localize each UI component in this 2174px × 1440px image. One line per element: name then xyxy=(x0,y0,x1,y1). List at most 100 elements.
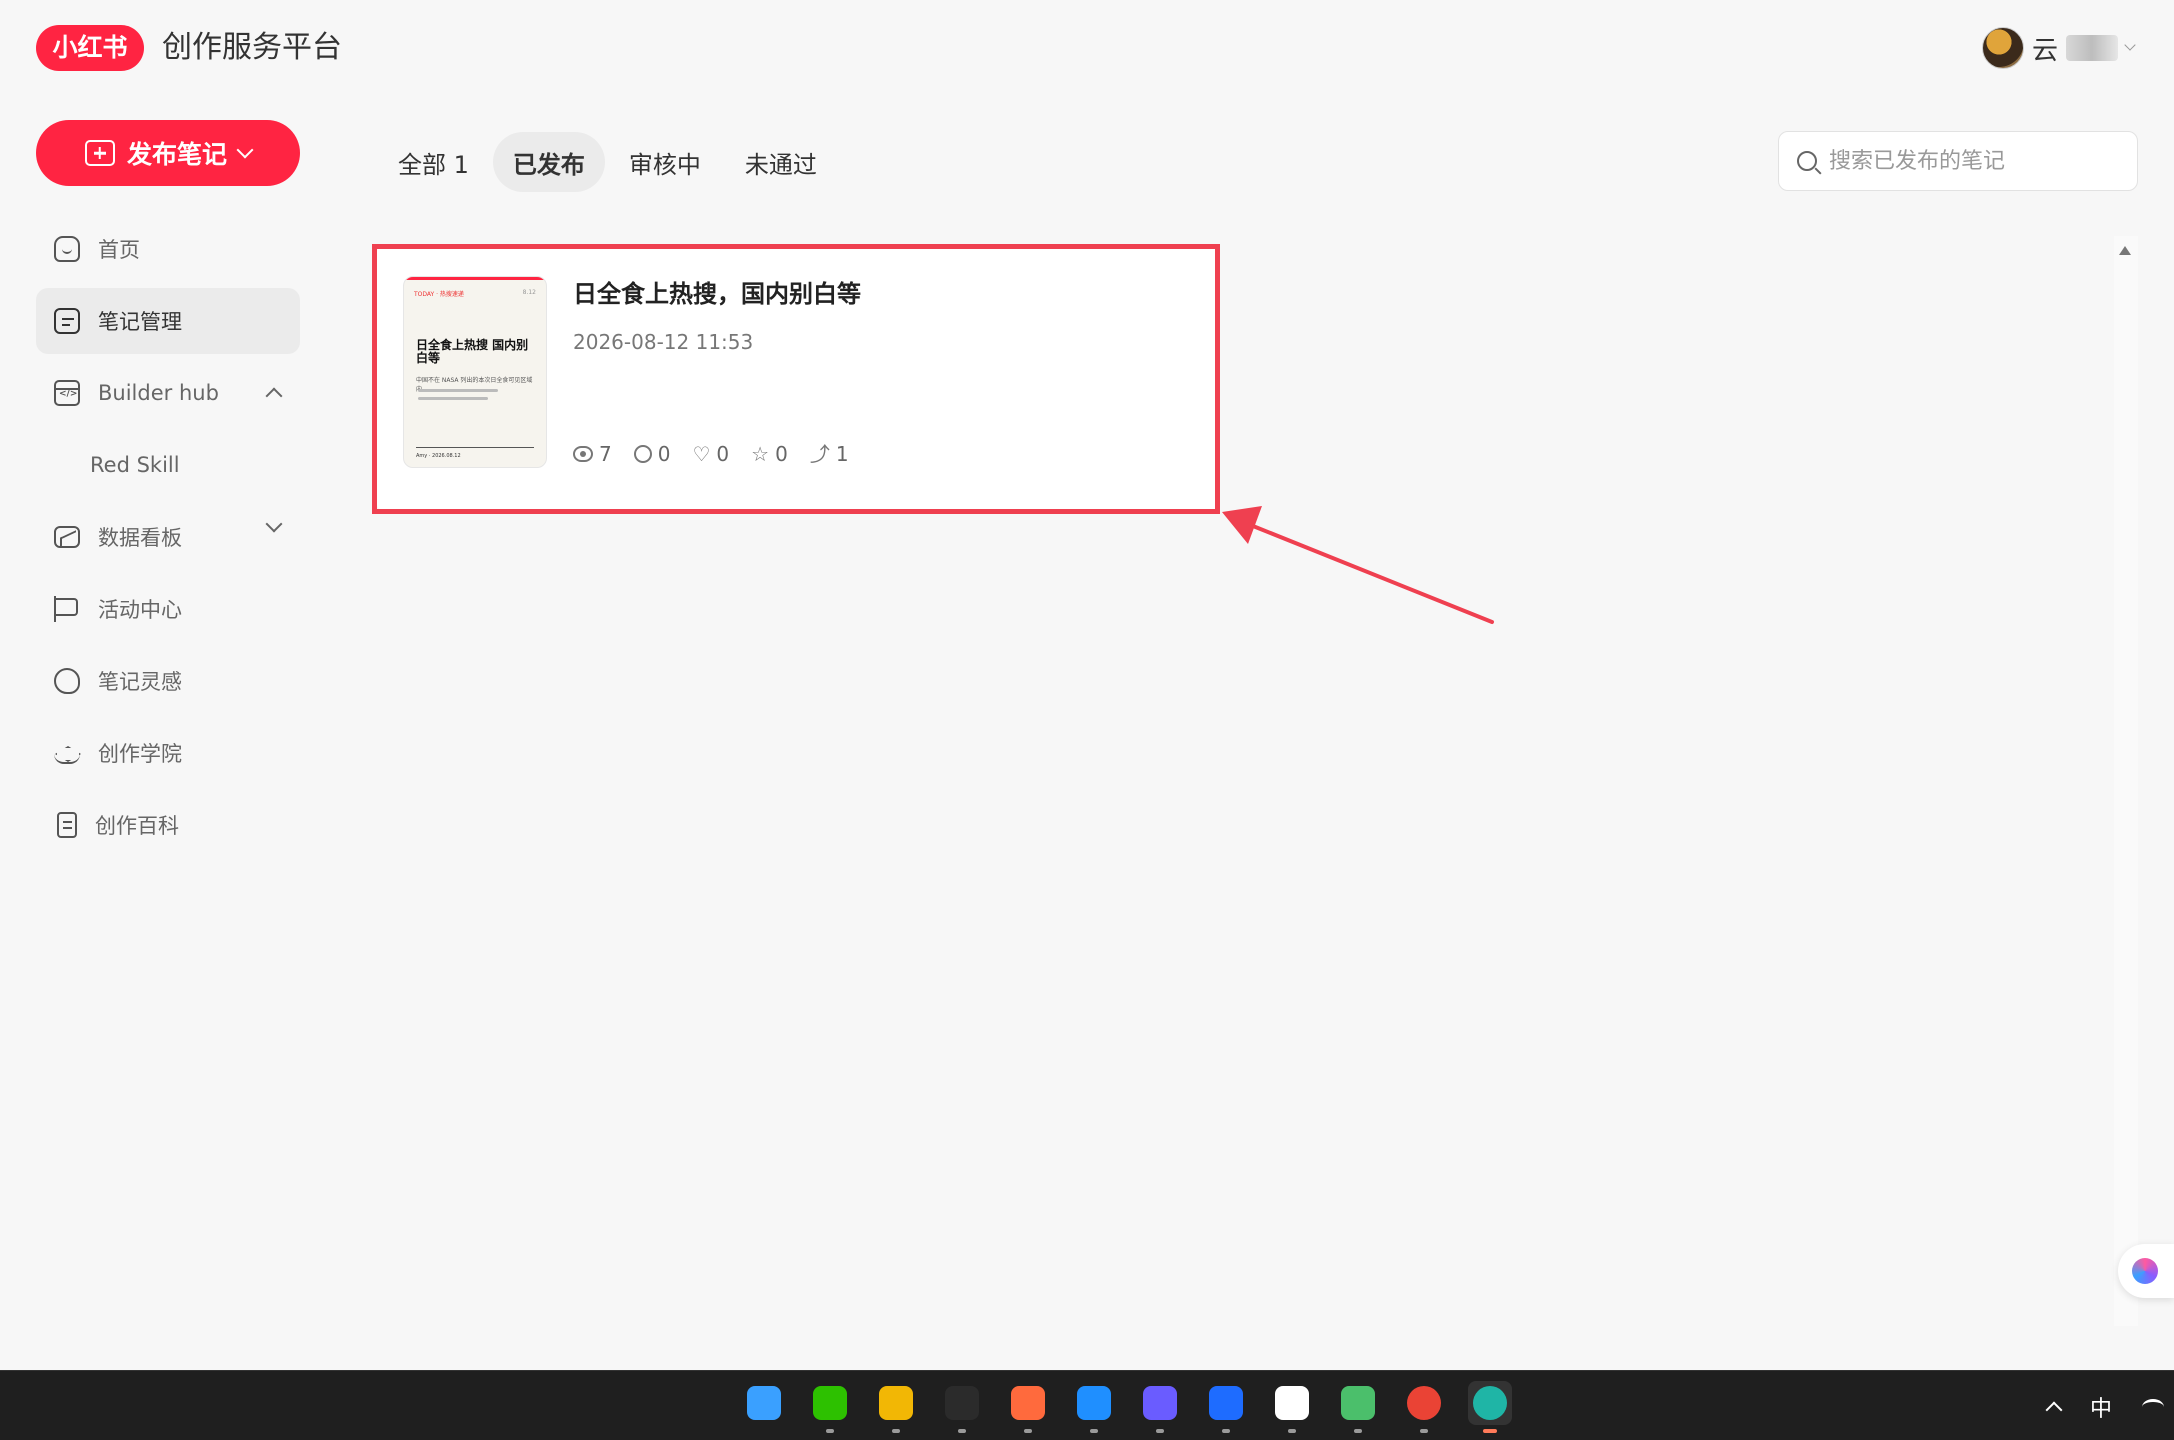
chevron-down-icon[interactable] xyxy=(265,515,283,533)
sidebar-item-label: 首页 xyxy=(98,238,140,262)
shares-count: 1 xyxy=(835,442,849,466)
thumbnail-bullet xyxy=(418,389,498,392)
collects-count: 0 xyxy=(775,442,788,466)
plus-square-icon xyxy=(84,140,115,166)
running-indicator xyxy=(1156,1429,1164,1433)
sidebar-item-label: Red Skill xyxy=(90,453,180,477)
comment-icon xyxy=(633,445,652,463)
windows-start-icon[interactable] xyxy=(742,1381,786,1425)
user-menu[interactable]: 云 xyxy=(1981,26,2136,70)
flag-icon xyxy=(54,596,80,622)
note-thumbnail[interactable]: TODAY · 热搜速递 8.12 日全食上热搜 国内别白等 中国不在 NASA… xyxy=(403,276,547,468)
qq-icon-glyph xyxy=(1275,1386,1309,1420)
tab-published[interactable]: 已发布 xyxy=(492,132,605,192)
show-hidden-icons-icon[interactable] xyxy=(2045,1401,2063,1419)
thumbnail-footer-rule xyxy=(416,447,534,448)
thumbnail-title: 日全食上热搜 国内别白等 xyxy=(416,338,529,365)
stat-likes: ♡ 0 xyxy=(692,442,729,466)
share-icon: ⤴ xyxy=(809,442,830,466)
edge-icon-glyph xyxy=(1473,1386,1507,1420)
sidebar-item-home[interactable]: 首页 xyxy=(36,216,300,282)
sidebar-item-label: 创作百科 xyxy=(95,814,179,838)
search-app-icon-glyph xyxy=(1077,1386,1111,1420)
chevron-up-icon[interactable] xyxy=(265,387,283,405)
sidebar-item-creator-wiki[interactable]: 创作百科 xyxy=(36,792,300,858)
running-indicator xyxy=(958,1429,966,1433)
chart-icon xyxy=(54,526,80,548)
user-name-blurred xyxy=(2066,35,2118,61)
publish-note-label: 发布笔记 xyxy=(126,141,227,169)
xiaohongshu-logo[interactable]: 小红书 xyxy=(36,25,144,71)
sidebar-item-label: 活动中心 xyxy=(98,598,182,622)
running-indicator xyxy=(826,1429,834,1433)
feather-app-icon-glyph xyxy=(1143,1386,1177,1420)
chrome-icon-glyph xyxy=(1407,1386,1441,1420)
ime-indicator[interactable]: 中 xyxy=(2090,1391,2112,1423)
chevron-down-icon xyxy=(236,141,254,159)
annotation-arrow xyxy=(1222,506,1494,624)
wechat-icon[interactable] xyxy=(808,1381,852,1433)
stat-shares: ⤴ 1 xyxy=(810,442,849,466)
thumbnail-brand: TODAY · 热搜速递 xyxy=(414,291,464,298)
views-count: 7 xyxy=(599,442,612,466)
thumbnail-footer-left: Amy · 2026.08.12 xyxy=(416,453,461,459)
chevron-down-icon[interactable] xyxy=(2124,39,2136,51)
wifi-icon[interactable] xyxy=(2142,1399,2164,1415)
shield-app-icon[interactable] xyxy=(1204,1381,1248,1433)
file-explorer-icon[interactable] xyxy=(874,1381,918,1433)
edge-icon[interactable] xyxy=(1468,1381,1512,1433)
file-explorer-icon-glyph xyxy=(879,1386,913,1420)
thumbnail-accent-bar xyxy=(404,277,546,280)
running-indicator xyxy=(1024,1429,1032,1433)
stat-collects: ☆ 0 xyxy=(751,442,788,466)
bulb-icon xyxy=(54,668,80,694)
app-header: 小红书 创作服务平台 云 xyxy=(0,0,2174,96)
tab-rejected[interactable]: 未通过 xyxy=(725,132,837,192)
recycle-bin-icon[interactable] xyxy=(1336,1381,1380,1433)
scroll-up-arrow-icon[interactable] xyxy=(2119,246,2131,255)
sidebar-nav: 首页 笔记管理 Builder hub Red Skill 数据看板 活动中心 … xyxy=(36,216,300,864)
comments-count: 0 xyxy=(657,442,671,466)
tab-reviewing[interactable]: 审核中 xyxy=(609,132,721,192)
qq-icon[interactable] xyxy=(1270,1381,1314,1433)
sidebar-item-label: 创作学院 xyxy=(98,742,182,766)
terminal-icon[interactable] xyxy=(940,1381,984,1433)
stat-views: 7 xyxy=(573,442,612,466)
sidebar-item-label: Builder hub xyxy=(98,381,219,405)
search-app-icon[interactable] xyxy=(1072,1381,1116,1433)
windows-taskbar: 中 xyxy=(0,1370,2174,1440)
star-icon: ☆ xyxy=(751,442,770,466)
wechat-icon-glyph xyxy=(813,1386,847,1420)
windows-start-icon-glyph xyxy=(747,1386,781,1420)
avatar[interactable] xyxy=(1981,27,2024,69)
tab-all[interactable]: 全部 1 xyxy=(378,132,489,192)
user-name: 云 xyxy=(2031,35,2058,66)
sidebar-item-note-inspiration[interactable]: 笔记灵感 xyxy=(36,648,300,714)
terminal-icon-glyph xyxy=(945,1386,979,1420)
running-indicator xyxy=(1420,1429,1428,1433)
brain-icon xyxy=(2132,1258,2158,1284)
chrome-icon[interactable] xyxy=(1402,1381,1446,1433)
eye-icon xyxy=(573,446,593,462)
lobster-app-icon[interactable] xyxy=(1006,1381,1050,1433)
sidebar-item-red-skill[interactable]: Red Skill xyxy=(36,432,300,498)
sidebar-item-note-management[interactable]: 笔记管理 xyxy=(36,288,300,354)
search-input[interactable] xyxy=(1829,148,2129,174)
sidebar-item-data-dashboard[interactable]: 数据看板 xyxy=(36,504,300,570)
running-indicator xyxy=(892,1429,900,1433)
feather-app-icon[interactable] xyxy=(1138,1381,1182,1433)
publish-note-button[interactable]: 发布笔记 xyxy=(36,120,300,186)
note-title[interactable]: 日全食上热搜，国内别白等 xyxy=(573,274,861,309)
book-icon xyxy=(57,812,77,838)
sidebar-item-activity-center[interactable]: 活动中心 xyxy=(36,576,300,642)
ai-assistant-button[interactable] xyxy=(2118,1244,2174,1298)
running-indicator xyxy=(1354,1429,1362,1433)
sidebar-item-creator-academy[interactable]: 创作学院 xyxy=(36,720,300,786)
shield-app-icon-glyph xyxy=(1209,1386,1243,1420)
lobster-app-icon-glyph xyxy=(1011,1386,1045,1420)
note-search[interactable] xyxy=(1778,131,2138,191)
system-tray: 中 xyxy=(2045,1391,2164,1423)
note-card[interactable]: TODAY · 热搜速递 8.12 日全食上热搜 国内别白等 中国不在 NASA… xyxy=(377,246,1217,510)
scrollbar[interactable] xyxy=(2114,236,2138,1326)
sidebar-item-builder-hub[interactable]: Builder hub xyxy=(36,360,300,426)
